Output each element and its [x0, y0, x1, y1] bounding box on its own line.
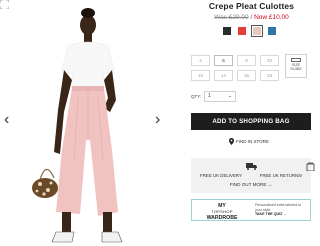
swatch-black[interactable]: [223, 27, 231, 35]
ruler-icon: [291, 58, 301, 62]
product-details-panel: Crepe Pleat Culottes Was £29.00 / Now £1…: [183, 0, 320, 246]
size-option[interactable]: 4: [191, 55, 210, 66]
wardrobe-word: WARDROBE: [206, 215, 238, 221]
product-photo: [32, 8, 123, 243]
my-topshop-wardrobe-banner[interactable]: MY TOPSHOP WARDROBE Personalised edits t…: [191, 199, 311, 221]
free-delivery-block: FREE UK DELIVERY: [191, 162, 257, 178]
wardrobe-description: Personalised edits tailored to your styl…: [255, 203, 302, 212]
free-returns-text: FREE UK RETURNS!: [259, 173, 303, 178]
product-title: Crepe Pleat Culottes: [208, 1, 295, 11]
wardrobe-topshop: TOPSHOP: [211, 209, 233, 214]
was-price: Was £29.00: [214, 14, 249, 21]
previous-image-arrow[interactable]: ‹: [4, 112, 9, 128]
add-to-bag-button[interactable]: ADD TO SHOPPING BAG: [191, 113, 311, 130]
returns-icon: [306, 162, 315, 171]
delivery-info-box: FREE UK DELIVERY FREE UK RETURNS! FIND O…: [191, 158, 315, 193]
now-price: Now £10.00: [254, 14, 289, 21]
size-option[interactable]: 8: [237, 55, 256, 66]
quantity-value: 1: [208, 93, 211, 99]
chevron-down-icon: ⌄: [227, 93, 232, 99]
wardrobe-logo: MY TOPSHOP WARDROBE: [202, 203, 242, 221]
find-in-store-link[interactable]: FIND IN STORE: [236, 139, 269, 144]
free-delivery-text: FREE UK DELIVERY: [200, 173, 242, 178]
swatch-blue[interactable]: [268, 27, 276, 35]
size-option[interactable]: 12: [191, 70, 210, 81]
free-returns-block: FREE UK RETURNS!: [251, 162, 315, 178]
size-guide-button[interactable]: SIZE GUIDE: [285, 54, 307, 78]
price-row: Was £29.00 / Now £10.00: [183, 14, 320, 21]
wardrobe-copy: Personalised edits tailored to your styl…: [255, 203, 307, 217]
location-pin-icon: [229, 138, 234, 145]
swatch-red[interactable]: [238, 27, 246, 35]
expand-icon[interactable]: [0, 0, 9, 9]
size-option[interactable]: 10: [260, 55, 279, 66]
size-option[interactable]: 14: [214, 70, 233, 81]
price-separator: /: [250, 14, 253, 21]
quantity-label: QTY:: [191, 94, 202, 99]
size-option[interactable]: 6: [214, 55, 233, 66]
quantity-select[interactable]: 1 ⌄: [204, 91, 236, 102]
find-out-more-link[interactable]: FIND OUT MORE →: [191, 182, 311, 187]
size-option[interactable]: 18: [260, 70, 279, 81]
size-option[interactable]: 16: [237, 70, 256, 81]
size-guide-label-2: GUIDE: [290, 67, 302, 71]
take-the-quiz-link[interactable]: TAKE THE QUIZ →: [255, 212, 287, 216]
next-image-arrow[interactable]: ›: [155, 112, 160, 128]
product-image-gallery: ‹ ›: [0, 0, 170, 246]
swatch-pink[interactable]: [251, 25, 263, 37]
